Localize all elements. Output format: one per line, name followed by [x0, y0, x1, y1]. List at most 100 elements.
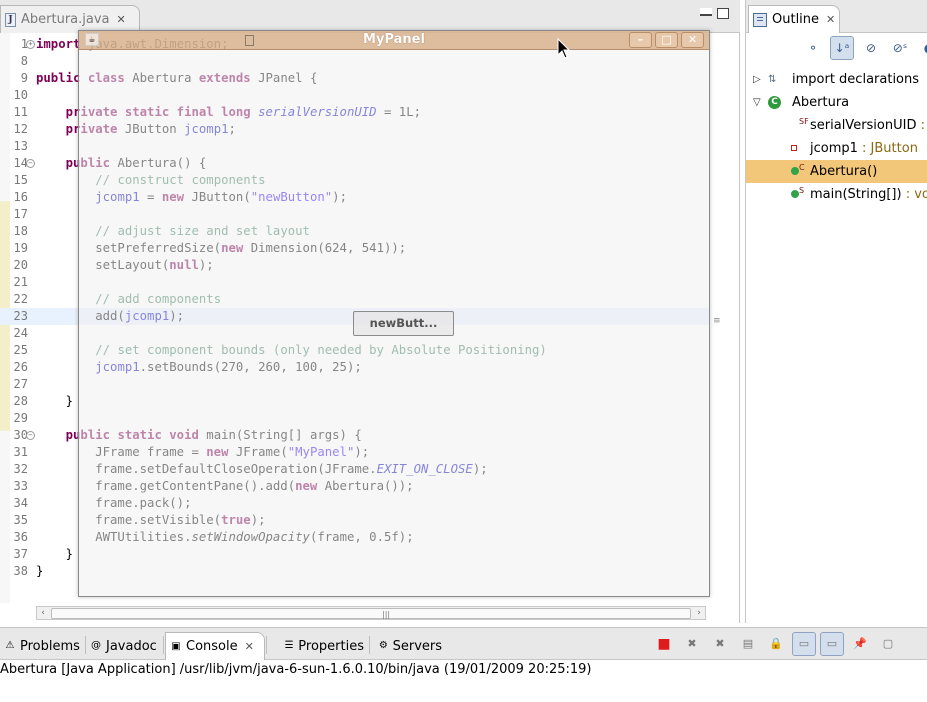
tab-label: Problems — [20, 638, 80, 654]
mypanel-window-buttons: – □ ✕ — [629, 32, 704, 48]
maximize-icon[interactable] — [717, 8, 729, 19]
close-icon[interactable]: ✕ — [245, 640, 254, 653]
grip-icon: ||| — [382, 610, 391, 619]
tab-javadoc[interactable]: @ Javadoc — [86, 632, 162, 660]
line-number: 16 — [13, 190, 28, 204]
close-icon[interactable]: ✕ — [826, 13, 835, 26]
outline-item-label: Abertura() — [810, 160, 877, 183]
console-status: Abertura [Java Application] /usr/lib/jvm… — [0, 662, 592, 677]
hide-static-icon[interactable]: ⊘ˢ — [888, 36, 912, 60]
line-number: 37 — [13, 547, 28, 561]
servers-icon: ⚙ — [378, 640, 388, 651]
show-on-stdout-icon[interactable]: ▭ — [792, 632, 816, 656]
line-number: 32 — [13, 462, 28, 476]
scroll-thumb[interactable]: ||| — [51, 608, 691, 619]
tab-servers[interactable]: ⚙ Servers — [374, 632, 446, 660]
outline-tree[interactable]: ▷ ⇅ import declarations ▽ C Abertura SF serialV… — [746, 68, 927, 206]
maximize-icon[interactable]: □ — [655, 32, 678, 48]
new-button[interactable]: newButt... — [353, 311, 454, 336]
console-output[interactable] — [0, 680, 927, 702]
code-text[interactable]: } — [36, 546, 73, 563]
modifier-badge: S — [799, 186, 805, 195]
collapse-icon[interactable]: ▽ — [753, 91, 761, 114]
properties-icon: ☰ — [284, 640, 294, 651]
line-number: 24 — [13, 326, 28, 340]
tab-console[interactable]: ▣ Console ✕ — [165, 632, 265, 660]
pin-console-icon[interactable]: 📌 — [848, 632, 872, 656]
class-icon: C — [768, 96, 781, 109]
outline-item[interactable]: C Abertura() — [746, 160, 927, 183]
line-number: 36 — [13, 530, 28, 544]
outline-item-name: jcomp1 — [810, 141, 858, 156]
outline-item-name: serialVersionUID — [810, 118, 917, 133]
line-number: 21 — [13, 275, 28, 289]
minimize-icon[interactable] — [700, 8, 712, 16]
java-file-icon: J — [5, 12, 16, 27]
constructor-icon — [791, 167, 799, 175]
tab-label: Properties — [298, 638, 364, 654]
scroll-right-icon[interactable]: › — [693, 608, 705, 619]
horizontal-scrollbar[interactable]: ‹ ||| › — [36, 606, 706, 620]
hide-fields-icon[interactable]: ⊘ — [859, 36, 883, 60]
code-text[interactable]: } — [36, 563, 43, 580]
editor-tab-abertura[interactable]: J Abertura.java ✕ — [0, 5, 140, 33]
line-number: 11 — [13, 105, 28, 119]
private-field-icon — [791, 145, 797, 151]
static-method-icon — [791, 190, 799, 198]
minimize-icon[interactable]: – — [629, 32, 652, 48]
expand-icon[interactable]: ▷ — [753, 68, 761, 91]
javadoc-icon: @ — [91, 640, 101, 651]
code-text[interactable]: } — [36, 393, 73, 410]
outline-item-label: jcomp1 : JButton — [810, 137, 918, 160]
editor-tab-label: Abertura.java — [21, 12, 110, 27]
outline-item[interactable]: SF serialVersionUID : — [746, 114, 927, 137]
mypanel-titlebar[interactable]: ☕ MyPanel – □ ✕ — [79, 31, 709, 50]
outline-view: Outline ✕ ⚬ ↓ᵃ ⊘ ⊘ˢ ● ▷ ⇅ import declarati… — [745, 0, 927, 623]
remove-launch-icon[interactable]: ✖ — [680, 632, 704, 656]
line-number: 27 — [13, 377, 28, 391]
hide-nonpublic-icon[interactable]: ● — [917, 36, 927, 60]
outline-item-type: : — [916, 118, 925, 133]
collapse-fold-icon[interactable]: − — [26, 431, 35, 440]
outline-icon — [753, 12, 767, 27]
line-number: 17 — [13, 207, 28, 221]
scroll-left-icon[interactable]: ‹ — [37, 608, 49, 619]
line-number: 33 — [13, 479, 28, 493]
outline-item-name: main(String[]) — [810, 187, 902, 202]
tab-separator — [163, 636, 164, 654]
tab-properties[interactable]: ☰ Properties — [280, 632, 368, 660]
line-number: 19 — [13, 241, 28, 255]
outline-item[interactable]: ▷ ⇅ import declarations — [746, 68, 927, 91]
modifier-badge: C — [799, 163, 805, 172]
console-toolbar: ■ ✖ ✖ ▤ 🔒 ▭ ▭ 📌 ▢ — [652, 632, 900, 656]
collapse-fold-icon[interactable]: − — [26, 159, 35, 168]
line-number: 23 — [13, 309, 28, 323]
tab-label: Servers — [392, 638, 442, 654]
scroll-lock-icon[interactable]: 🔒 — [764, 632, 788, 656]
collapse-all-icon[interactable]: ⚬ — [801, 36, 825, 60]
tab-problems[interactable]: ⚠ Problems — [0, 632, 84, 660]
display-console-icon[interactable]: ▢ — [876, 632, 900, 656]
close-icon[interactable]: ✕ — [681, 32, 704, 48]
clear-console-icon[interactable]: ▤ — [736, 632, 760, 656]
editor-tabbar: J Abertura.java ✕ — [0, 0, 740, 33]
problems-icon: ⚠ — [5, 640, 15, 651]
outline-item[interactable]: jcomp1 : JButton — [746, 137, 927, 160]
sort-icon[interactable]: ↓ᵃ — [830, 36, 854, 60]
tab-outline[interactable]: Outline ✕ — [748, 5, 840, 33]
line-number: 26 — [13, 360, 28, 374]
mypanel-window[interactable]: ☕ MyPanel – □ ✕ newButt... — [78, 30, 710, 597]
terminate-icon[interactable]: ■ — [652, 632, 676, 656]
line-number: 29 — [13, 411, 28, 425]
outline-item[interactable]: Smain(String[]) : vo — [746, 183, 927, 206]
remove-all-icon[interactable]: ✖ — [708, 632, 732, 656]
outline-item[interactable]: ▽ C Abertura — [746, 91, 927, 114]
line-number: 25 — [13, 343, 28, 357]
tab-label: Javadoc — [106, 638, 157, 654]
close-icon[interactable]: ✕ — [117, 13, 126, 26]
line-number: 15 — [13, 173, 28, 187]
outline-item-label: serialVersionUID : — [810, 114, 925, 137]
show-on-stderr-icon[interactable]: ▭ — [820, 632, 844, 656]
expand-fold-icon[interactable]: + — [26, 40, 35, 49]
outline-item-name: import declarations — [792, 72, 920, 87]
